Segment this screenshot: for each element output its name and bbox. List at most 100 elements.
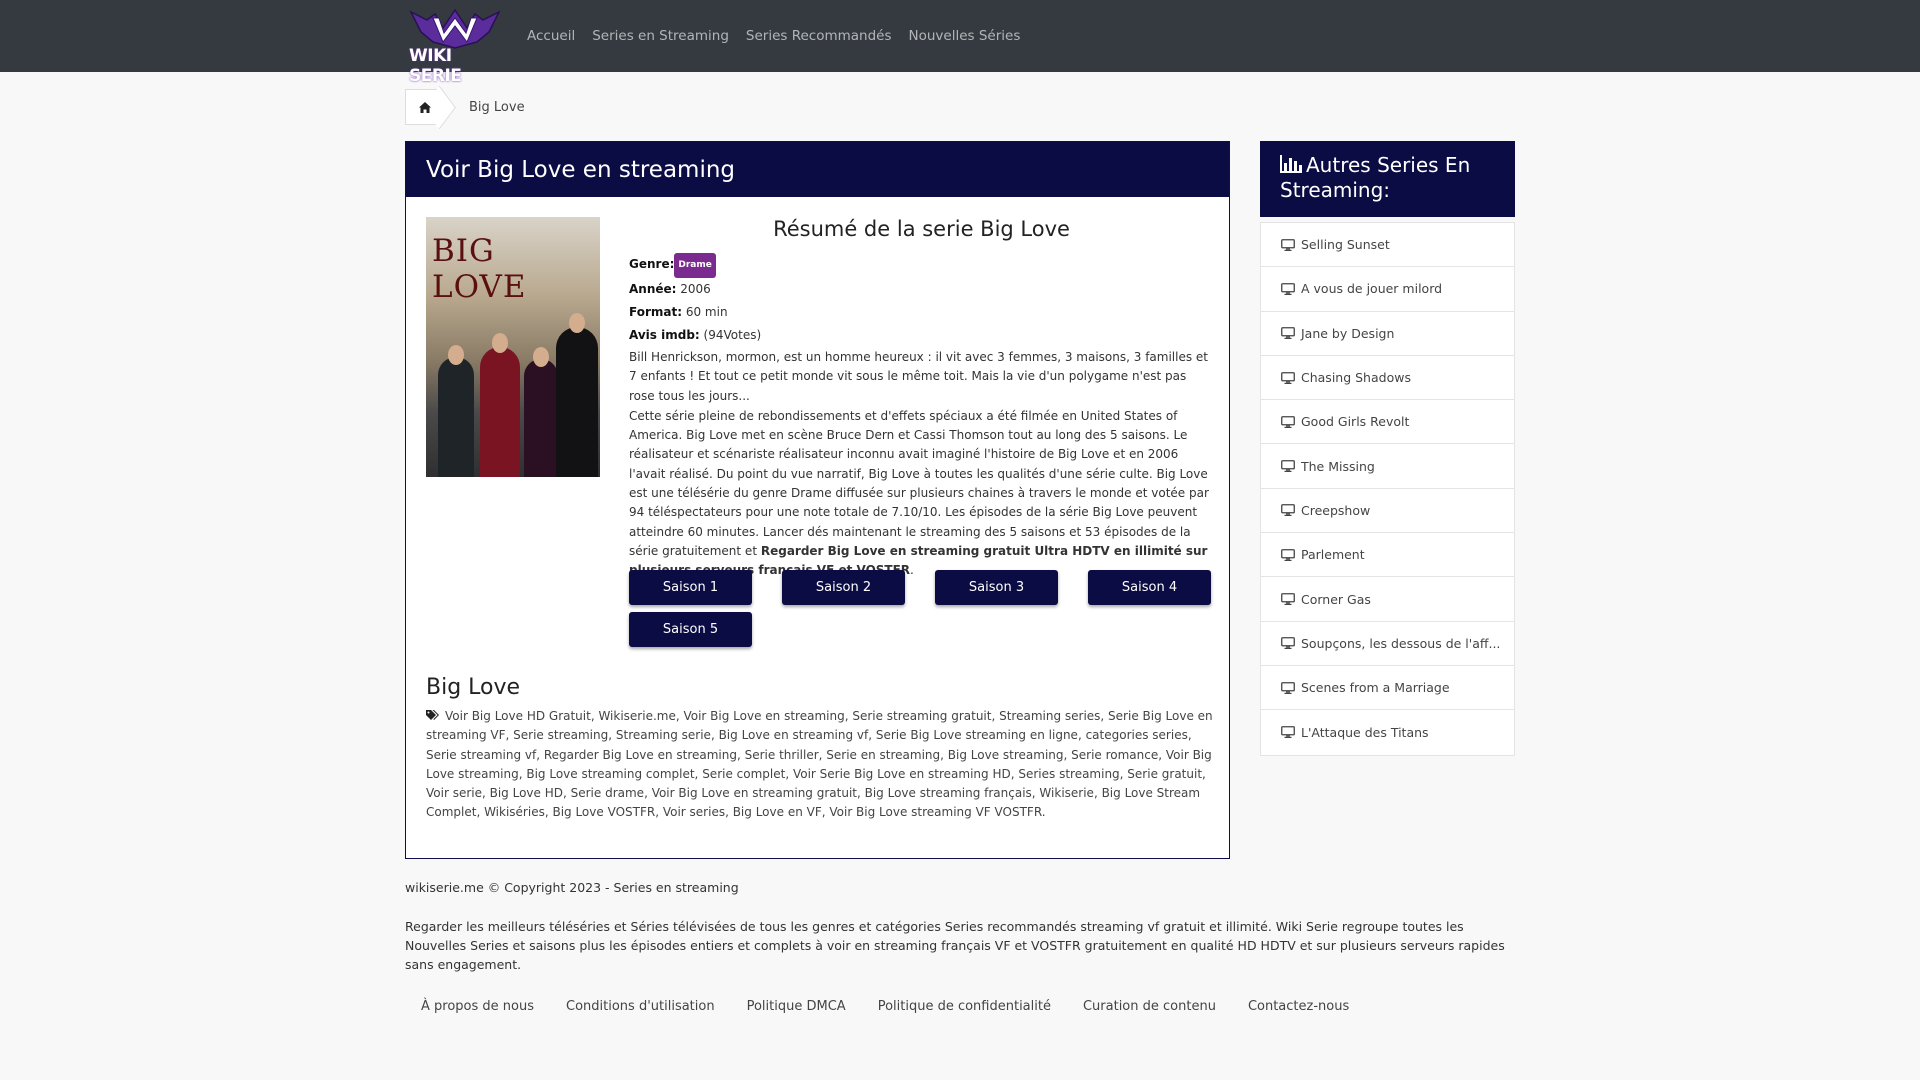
sidebar-title: Autres Series En Streaming: bbox=[1280, 153, 1471, 202]
monitor-icon bbox=[1281, 327, 1295, 340]
footer-link-curation[interactable]: Curation de contenu bbox=[1083, 999, 1216, 1014]
nav-series-streaming[interactable]: Series en Streaming bbox=[592, 28, 729, 44]
meta-format: Format: 60 min bbox=[629, 301, 1214, 324]
season-3-button[interactable]: Saison 3 bbox=[935, 570, 1058, 605]
monitor-icon bbox=[1281, 681, 1295, 694]
card-header: Voir Big Love en streaming bbox=[406, 142, 1229, 197]
nav-series-recommandes[interactable]: Series Recommandés bbox=[746, 28, 892, 44]
wolf-logo-icon bbox=[409, 8, 501, 49]
poster-figure bbox=[524, 359, 558, 477]
sidebar-item[interactable]: Scenes from a Marriage bbox=[1261, 666, 1514, 711]
sidebar-item-label: Jane by Design bbox=[1301, 325, 1395, 341]
breadcrumb-current: Big Love bbox=[469, 99, 525, 115]
sidebar-item-label: The Missing bbox=[1301, 458, 1375, 474]
monitor-icon bbox=[1281, 548, 1295, 561]
monitor-icon bbox=[1281, 460, 1295, 473]
sidebar-header: Autres Series En Streaming: bbox=[1260, 141, 1515, 217]
imdb-value: (94Votes) bbox=[703, 328, 762, 342]
footer-links: À propos de nous Conditions d'utilisatio… bbox=[405, 999, 1365, 1014]
footer-link-privacy[interactable]: Politique de confidentialité bbox=[878, 999, 1051, 1014]
logo-text: WIKI SERIE bbox=[409, 46, 462, 86]
meta-genre: Genre: Drame bbox=[629, 253, 1214, 278]
monitor-icon bbox=[1281, 238, 1295, 251]
sidebar-item[interactable]: Selling Sunset bbox=[1261, 223, 1514, 268]
sidebar-item[interactable]: Good Girls Revolt bbox=[1261, 400, 1514, 445]
synopsis: Bill Henrickson, mormon, est un homme he… bbox=[629, 350, 1208, 403]
tags-title: Big Love bbox=[426, 675, 521, 700]
sidebar-item-label: Good Girls Revolt bbox=[1301, 414, 1410, 430]
monitor-icon bbox=[1281, 593, 1295, 606]
sidebar-item-label: A vous de jouer milord bbox=[1301, 281, 1443, 297]
poster-figure bbox=[556, 327, 598, 477]
monitor-icon bbox=[1281, 504, 1295, 517]
bar-chart-icon bbox=[1280, 155, 1302, 173]
sidebar-item[interactable]: Creepshow bbox=[1261, 489, 1514, 534]
meta-year: Année: 2006 bbox=[629, 278, 1214, 301]
site-logo[interactable]: WIKI SERIE bbox=[405, 6, 505, 86]
nav-nouvelles-series[interactable]: Nouvelles Séries bbox=[909, 28, 1021, 44]
season-5-button[interactable]: Saison 5 bbox=[629, 612, 752, 647]
format-label: Format: bbox=[629, 305, 683, 319]
sidebar-item-label: Corner Gas bbox=[1301, 591, 1371, 607]
poster-figure-head bbox=[533, 347, 549, 367]
sidebar-item[interactable]: Soupçons, les dessous de l'aff... bbox=[1261, 622, 1514, 666]
poster-title: BIG LOVE bbox=[432, 233, 527, 305]
tags-text: Voir Big Love HD Gratuit, Wikiserie.me, … bbox=[426, 709, 1213, 820]
sidebar-item[interactable]: Chasing Shadows bbox=[1261, 356, 1514, 401]
footer: wikiserie.me © Copyright 2023 - Series e… bbox=[405, 880, 1515, 974]
monitor-icon bbox=[1281, 415, 1295, 428]
home-icon bbox=[418, 101, 431, 113]
breadcrumb-home[interactable] bbox=[405, 89, 443, 125]
year-value: 2006 bbox=[680, 282, 711, 296]
year-label: Année: bbox=[629, 282, 677, 296]
poster-figure bbox=[480, 347, 520, 477]
series-card: Voir Big Love en streaming BIG LOVE Résu… bbox=[405, 141, 1230, 859]
nav-accueil[interactable]: Accueil bbox=[527, 28, 575, 44]
sidebar-item-label: L'Attaque des Titans bbox=[1301, 724, 1429, 740]
poster-figure bbox=[438, 357, 474, 477]
top-navbar: WIKI SERIE Accueil Series en Streaming S… bbox=[0, 0, 1920, 86]
footer-link-terms[interactable]: Conditions d'utilisation bbox=[566, 999, 715, 1014]
genre-label: Genre: bbox=[629, 257, 675, 271]
tags-list: Voir Big Love HD Gratuit, Wikiserie.me, … bbox=[426, 707, 1216, 823]
footer-about: Regarder les meilleurs téléséries et Sér… bbox=[405, 919, 1505, 972]
monitor-icon bbox=[1281, 371, 1295, 384]
sidebar-item[interactable]: L'Attaque des Titans bbox=[1261, 710, 1514, 754]
poster-figure-head bbox=[492, 333, 508, 353]
sidebar-item[interactable]: The Missing bbox=[1261, 444, 1514, 489]
format-value: 60 min bbox=[685, 305, 728, 319]
monitor-icon bbox=[1281, 283, 1295, 295]
imdb-label: Avis imdb: bbox=[629, 328, 700, 342]
monitor-icon bbox=[1281, 726, 1295, 739]
poster-figure-head bbox=[569, 313, 585, 333]
meta-imdb: Avis imdb: (94Votes) bbox=[629, 324, 1214, 347]
footer-link-about[interactable]: À propos de nous bbox=[421, 999, 534, 1014]
sidebar-item[interactable]: A vous de jouer milord bbox=[1261, 267, 1514, 312]
description-text: Cette série pleine de rebondissements et… bbox=[629, 408, 1209, 558]
footer-link-dmca[interactable]: Politique DMCA bbox=[747, 999, 846, 1014]
sidebar-item[interactable]: Corner Gas bbox=[1261, 577, 1514, 622]
sidebar-item-label: Scenes from a Marriage bbox=[1301, 680, 1450, 696]
description: Cette série pleine de rebondissements et… bbox=[629, 407, 1214, 581]
season-2-button[interactable]: Saison 2 bbox=[782, 570, 905, 605]
sidebar-item-label: Soupçons, les dessous de l'aff... bbox=[1301, 635, 1501, 651]
season-buttons: Saison 1 Saison 2 Saison 3 Saison 4 Sais… bbox=[629, 570, 1214, 647]
poster-figure-head bbox=[448, 345, 464, 365]
season-4-button[interactable]: Saison 4 bbox=[1088, 570, 1211, 605]
sidebar-list: Selling Sunset A vous de jouer milord Jane… bbox=[1260, 222, 1515, 756]
sidebar-item[interactable]: Parlement bbox=[1261, 533, 1514, 578]
season-1-button[interactable]: Saison 1 bbox=[629, 570, 752, 605]
footer-link-contact[interactable]: Contactez-nous bbox=[1248, 999, 1349, 1014]
sidebar-item-label: Creepshow bbox=[1301, 502, 1371, 518]
sidebar: Autres Series En Streaming: Selling Suns… bbox=[1260, 141, 1515, 756]
genre-badge[interactable]: Drame bbox=[674, 253, 716, 278]
copyright: wikiserie.me © Copyright 2023 - Series e… bbox=[405, 880, 739, 895]
sidebar-item[interactable]: Jane by Design bbox=[1261, 312, 1514, 356]
sidebar-item-label: Chasing Shadows bbox=[1301, 370, 1411, 386]
series-summary: Résumé de la serie Big Love Genre: Drame … bbox=[629, 217, 1214, 581]
summary-title: Résumé de la serie Big Love bbox=[773, 217, 1070, 241]
breadcrumb: Big Love bbox=[405, 89, 525, 125]
monitor-icon bbox=[1281, 637, 1295, 650]
series-poster[interactable]: BIG LOVE bbox=[426, 217, 600, 477]
tags-icon bbox=[426, 710, 439, 720]
